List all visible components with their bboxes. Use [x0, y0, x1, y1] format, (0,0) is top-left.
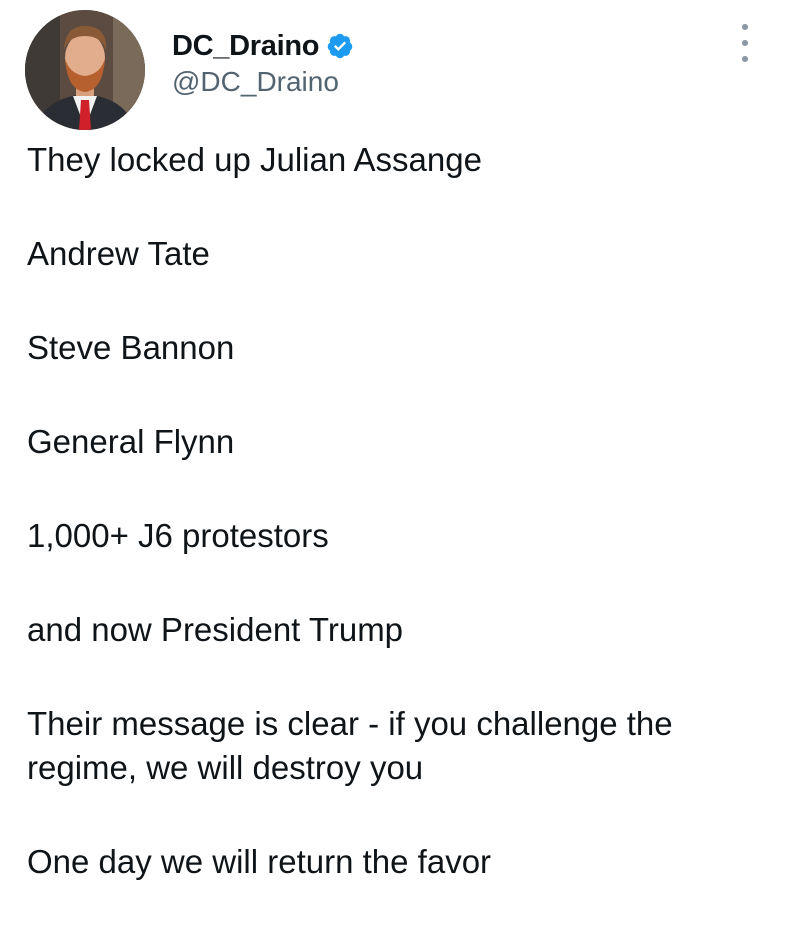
display-name-row: DC_Draino	[172, 28, 354, 64]
avatar-photo	[25, 10, 145, 130]
tweet-paragraph: 1,000+ J6 protestors	[27, 517, 329, 554]
tweet-paragraph: Andrew Tate	[27, 235, 210, 272]
tweet-paragraph: Steve Bannon	[27, 329, 235, 366]
tweet-paragraph: General Flynn	[27, 423, 235, 460]
more-dot	[742, 24, 748, 30]
more-dot	[742, 40, 748, 46]
tweet-text: They locked up Julian Assange Andrew Tat…	[27, 138, 772, 934]
more-vertical-icon[interactable]	[733, 24, 757, 62]
author-handle[interactable]: @DC_Draino	[172, 66, 354, 98]
tweet-card: DC_Draino @DC_Draino They locked up Juli…	[0, 0, 792, 891]
more-dot	[742, 56, 748, 62]
tweet-paragraph: They locked up Julian Assange	[27, 141, 482, 178]
author-names: DC_Draino @DC_Draino	[172, 28, 354, 98]
avatar[interactable]	[25, 10, 145, 130]
tweet-paragraph: One day we will return the favor	[27, 843, 492, 880]
verified-badge-icon	[326, 32, 354, 60]
tweet-paragraph: and now President Trump	[27, 611, 404, 648]
display-name[interactable]: DC_Draino	[172, 30, 319, 63]
tweet-header: DC_Draino @DC_Draino	[0, 0, 792, 130]
tweet-paragraph: Their message is clear - if you challeng…	[27, 705, 673, 786]
